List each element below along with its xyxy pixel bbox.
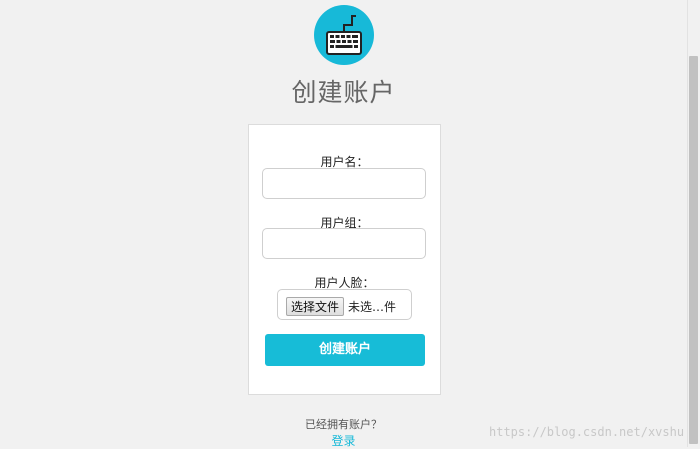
choose-file-button[interactable]: 选择文件 <box>286 297 345 316</box>
vertical-scrollbar[interactable] <box>687 0 700 447</box>
group-input[interactable] <box>262 228 426 259</box>
create-account-form: 用户名： 用户组： 用户人脸： 选择文件 未选…件 创建账户 <box>248 124 441 395</box>
page-title: 创建账户 <box>291 78 396 107</box>
logo <box>314 5 374 65</box>
scrollbar-thumb[interactable] <box>689 56 698 444</box>
face-file-input[interactable]: 选择文件 未选…件 <box>277 289 412 320</box>
watermark: https://blog.csdn.net/xvshu <box>489 425 685 439</box>
username-input[interactable] <box>262 168 426 199</box>
file-status-text: 未选…件 <box>348 300 397 314</box>
create-account-button[interactable]: 创建账户 <box>265 334 425 366</box>
keyboard-icon <box>326 15 362 55</box>
